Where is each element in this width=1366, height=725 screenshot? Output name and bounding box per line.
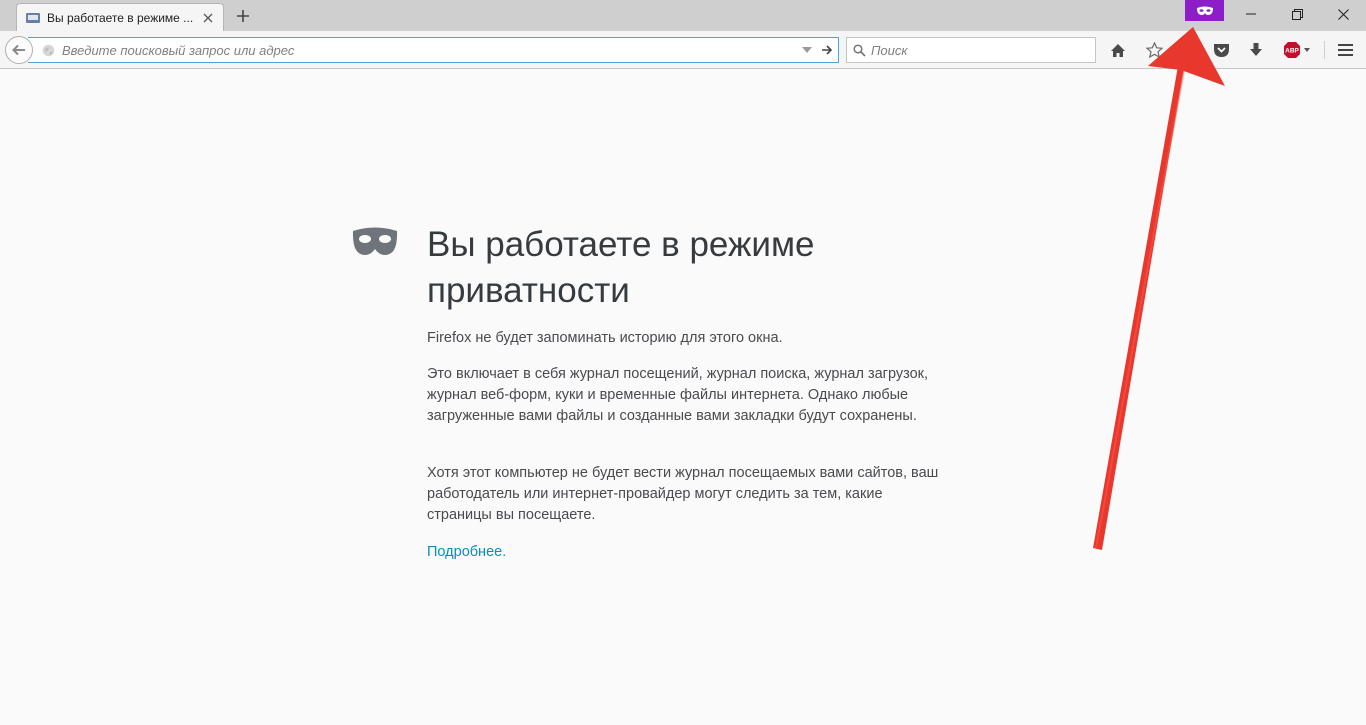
private-browsing-indicator: [1185, 0, 1224, 21]
url-bar[interactable]: [28, 37, 839, 63]
bookmarks-list-icon: [1179, 44, 1193, 56]
tab-close-icon[interactable]: [199, 9, 217, 27]
downloads-button[interactable]: [1243, 38, 1269, 62]
private-mask-icon: [352, 227, 398, 255]
learn-more-link[interactable]: Подробнее.: [427, 542, 506, 563]
adblock-plus-button[interactable]: ABP: [1281, 38, 1315, 62]
adblock-label: ABP: [1285, 48, 1299, 55]
pocket-button[interactable]: [1208, 38, 1234, 62]
adblock-plus-icon: ABP: [1284, 42, 1310, 58]
back-button[interactable]: [5, 36, 33, 64]
private-mask-icon: [1196, 6, 1213, 15]
page-title: Вы работаете в режиме приватности: [427, 225, 815, 310]
star-icon: [1145, 42, 1163, 58]
close-window-button[interactable]: [1320, 0, 1366, 28]
hamburger-icon: [1337, 44, 1353, 56]
tab-private-browsing[interactable]: Вы работаете в режиме ...: [16, 3, 224, 31]
minimize-icon: [1246, 13, 1256, 15]
chevron-down-icon[interactable]: [798, 46, 816, 54]
toolbar-separator: [1324, 41, 1325, 59]
restore-icon: [1291, 8, 1303, 20]
search-bar[interactable]: [846, 37, 1096, 63]
download-icon: [1250, 43, 1262, 56]
menu-button[interactable]: [1332, 38, 1358, 62]
annotation-arrow: [1093, 27, 1225, 550]
go-arrow-icon[interactable]: [816, 44, 838, 56]
tab-favicon-icon: [25, 11, 41, 25]
close-icon: [1337, 8, 1349, 20]
tracking-warning-text: Хотя этот компьютер не будет вести журна…: [427, 465, 939, 523]
history-notice-text: Firefox не будет запоминать историю для …: [427, 330, 783, 346]
back-arrow-icon: [12, 44, 25, 56]
globe-icon: [38, 44, 58, 57]
new-tab-button[interactable]: [232, 6, 254, 26]
title-bar: Вы работаете в режиме ...: [0, 0, 1366, 31]
plus-icon: [237, 10, 249, 22]
search-icon: [847, 43, 871, 57]
bookmarks-menu-button[interactable]: [1173, 38, 1199, 62]
home-icon: [1111, 43, 1125, 57]
home-button[interactable]: [1105, 38, 1131, 62]
minimize-button[interactable]: [1228, 0, 1274, 28]
tab-title: Вы работаете в режиме ...: [47, 10, 194, 25]
navigation-toolbar: ABP: [0, 31, 1366, 69]
search-input[interactable]: [871, 42, 1095, 58]
restore-button[interactable]: [1274, 0, 1320, 28]
pocket-icon: [1213, 43, 1229, 57]
bookmark-button[interactable]: [1141, 38, 1167, 62]
url-input[interactable]: [58, 42, 798, 58]
what-is-cleared-text: Это включает в себя журнал посещений, жу…: [427, 366, 929, 424]
